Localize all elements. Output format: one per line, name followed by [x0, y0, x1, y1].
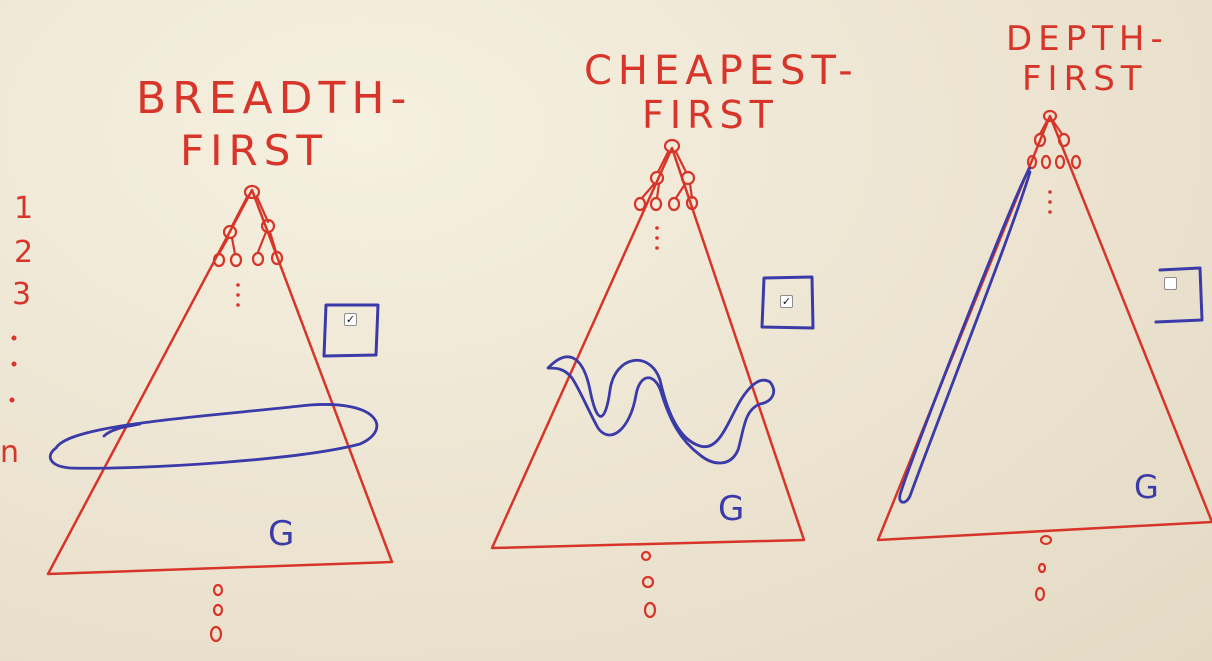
level-label-n: n [0, 435, 25, 470]
search-tree-outline [46, 188, 394, 576]
depth-first-title-line2: FIRST [1022, 59, 1148, 99]
depth-path-loop [898, 166, 1032, 504]
drawing-canvas: BREADTH- FIRST 1 2 3 n G CHEAPEST- FIRST… [0, 19, 1212, 643]
breadth-first-checkbox[interactable]: ✓ [344, 313, 357, 326]
cheapest-first-checkbox[interactable]: ✓ [780, 295, 793, 308]
level-label-3: 3 [12, 277, 37, 312]
checkmark-icon: ✓ [345, 313, 356, 326]
level-label-1: 1 [14, 191, 39, 226]
breadth-first-title-line1: BREADTH- [136, 73, 412, 124]
depth-first-checkbox[interactable]: ✓ [1164, 277, 1177, 290]
cheapest-first-diagram: CHEAPEST- FIRST G [490, 48, 859, 619]
level-label-2: 2 [14, 235, 39, 270]
cheapest-first-title-line1: CHEAPEST- [584, 48, 859, 94]
breadth-first-diagram: BREADTH- FIRST 1 2 3 n G [0, 73, 412, 643]
search-tree-outline [490, 146, 806, 550]
checkmark-icon: ✓ [781, 295, 792, 308]
goal-label-cheapest: G [718, 489, 744, 529]
cost-contour [546, 355, 775, 465]
depth-first-title-line1: DEPTH- [1006, 19, 1169, 59]
blue-box-depth [1154, 266, 1204, 324]
search-tree-outline [876, 114, 1212, 542]
tree-top-nodes [1026, 109, 1082, 602]
goal-label-depth: G [1134, 468, 1159, 506]
cheapest-first-title-line2: FIRST [642, 93, 779, 137]
depth-first-diagram: DEPTH- FIRST G [876, 19, 1212, 602]
goal-label-breadth: G [268, 514, 294, 554]
whiteboard: BREADTH- FIRST 1 2 3 n G CHEAPEST- FIRST… [0, 0, 1212, 661]
frontier-ellipse [48, 403, 379, 470]
breadth-first-title-line2: FIRST [180, 126, 328, 175]
level-dots [9, 335, 17, 403]
